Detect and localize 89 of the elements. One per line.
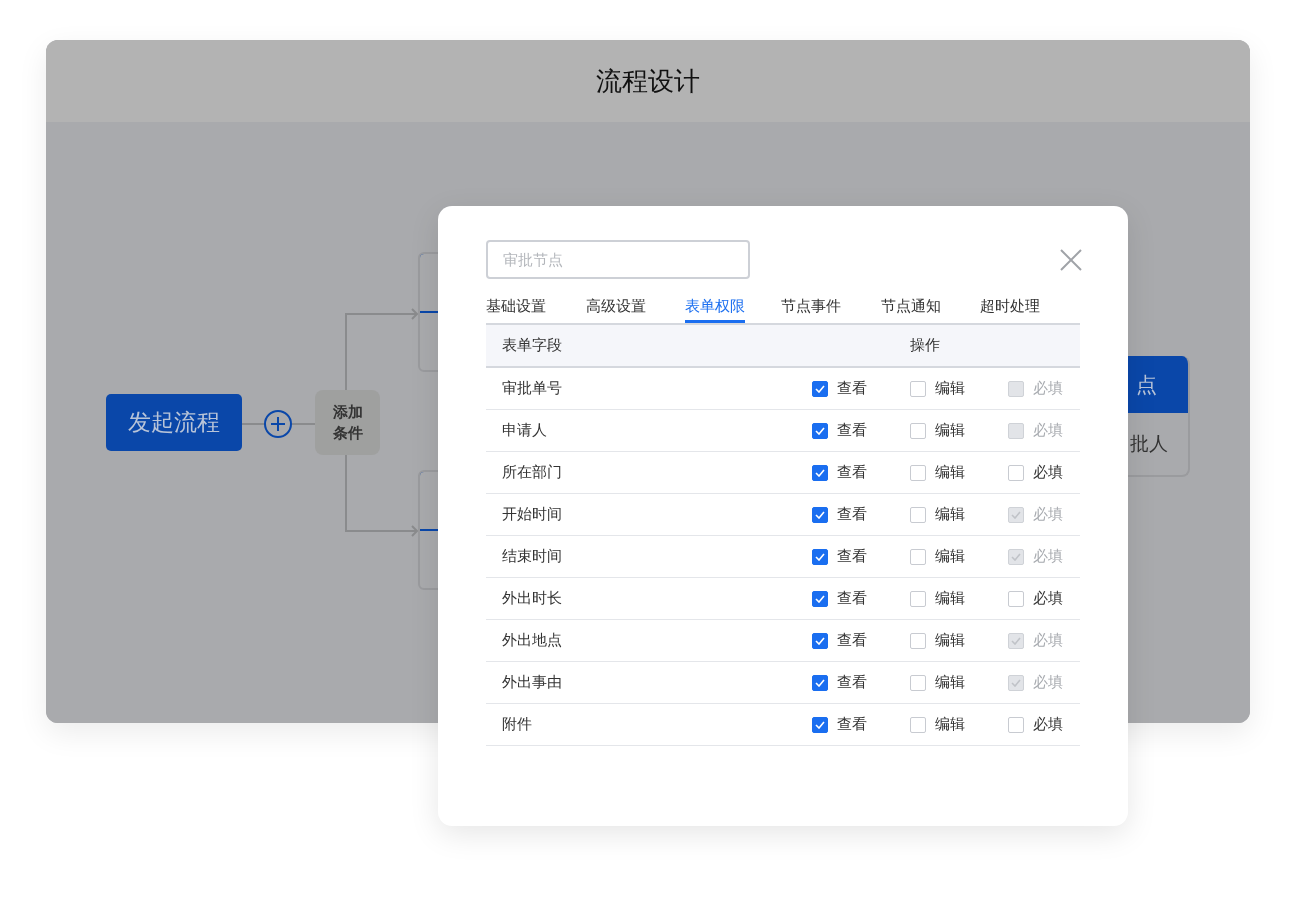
checkbox-label: 查看: [837, 421, 867, 440]
checkbox-label: 查看: [837, 505, 867, 524]
checkmark-icon: [815, 678, 825, 687]
field-name: 外出地点: [501, 631, 563, 650]
checkbox-label: 查看: [837, 673, 867, 692]
condition-label: 条件: [332, 422, 363, 444]
checkbox[interactable]: [812, 506, 828, 523]
checkbox-label: 编辑: [935, 547, 965, 566]
checkbox-label: 编辑: [935, 589, 965, 608]
checkbox[interactable]: [910, 506, 926, 523]
checkbox[interactable]: [1008, 716, 1024, 733]
add-icon[interactable]: [264, 410, 292, 438]
checkbox-label: 查看: [837, 589, 867, 608]
checkbox-label: 必填: [1033, 547, 1063, 566]
checkbox-label: 必填: [1033, 673, 1063, 692]
field-name: 结束时间: [501, 547, 563, 566]
checkbox[interactable]: [910, 380, 926, 397]
checkbox-label: 编辑: [935, 673, 965, 692]
checkmark-icon: [1011, 552, 1021, 561]
checkbox-label: 必填: [1033, 379, 1063, 398]
checkmark-icon: [815, 720, 825, 729]
checkbox-label: 必填: [1033, 631, 1063, 650]
checkbox-label: 编辑: [935, 715, 965, 734]
checkbox[interactable]: [910, 674, 926, 691]
checkmark-icon: [1011, 510, 1021, 519]
start-node[interactable]: 发起流程: [106, 394, 242, 451]
checkbox-label: 必填: [1033, 589, 1063, 608]
tab[interactable]: 节点通知: [880, 297, 981, 323]
checkbox[interactable]: [812, 380, 828, 397]
checkmark-icon: [815, 594, 825, 603]
checkbox-label: 编辑: [935, 379, 965, 398]
field-name: 审批单号: [501, 379, 563, 398]
node-name-field[interactable]: 审批节点: [486, 240, 750, 279]
connector-line: [290, 423, 316, 425]
checkmark-icon: [815, 636, 825, 645]
field-name: 申请人: [501, 421, 548, 440]
field-name: 开始时间: [501, 505, 563, 524]
checkbox[interactable]: [910, 716, 926, 733]
checkbox-label: 编辑: [935, 631, 965, 650]
checkbox[interactable]: [1008, 464, 1024, 481]
condition-node[interactable]: 添加 条件: [315, 390, 380, 455]
tab[interactable]: 高级设置: [585, 297, 686, 323]
checkbox-label: 查看: [837, 463, 867, 482]
checkbox-label: 编辑: [935, 421, 965, 440]
tab[interactable]: 基础设置: [486, 297, 586, 323]
checkbox-label: 编辑: [935, 463, 965, 482]
column-header: 操作: [910, 336, 941, 355]
checkbox-label: 查看: [837, 379, 867, 398]
checkbox[interactable]: [910, 632, 926, 649]
checkmark-icon: [815, 426, 825, 435]
checkbox-label: 查看: [837, 715, 867, 734]
checkbox[interactable]: [910, 464, 926, 481]
checkbox-label: 必填: [1033, 463, 1063, 482]
checkmark-icon: [1011, 678, 1021, 687]
tab[interactable]: 超时处理: [980, 297, 1080, 323]
checkbox-label: 必填: [1033, 421, 1063, 440]
checkbox[interactable]: [812, 674, 828, 691]
checkmark-icon: [815, 468, 825, 477]
condition-label: 添加: [332, 401, 363, 423]
checkmark-icon: [815, 552, 825, 561]
close-icon[interactable]: [1060, 248, 1082, 271]
checkbox[interactable]: [812, 590, 828, 607]
checkbox[interactable]: [1008, 590, 1024, 607]
checkbox-label: 查看: [837, 547, 867, 566]
column-header: 表单字段: [501, 336, 563, 355]
tab[interactable]: 节点事件: [781, 297, 881, 323]
checkbox[interactable]: [910, 548, 926, 565]
field-name: 外出事由: [501, 673, 563, 692]
checkbox[interactable]: [910, 422, 926, 439]
window-title: 流程设计: [596, 64, 700, 98]
field-name: 所在部门: [501, 463, 563, 482]
checkbox[interactable]: [812, 422, 828, 439]
checkbox-label: 编辑: [935, 505, 965, 524]
checkmark-icon: [815, 384, 825, 393]
field-name: 附件: [501, 715, 533, 734]
checkmark-icon: [1011, 636, 1021, 645]
checkbox[interactable]: [812, 548, 828, 565]
checkbox[interactable]: [812, 464, 828, 481]
checkbox[interactable]: [812, 632, 828, 649]
connector-line: [241, 423, 266, 425]
checkbox[interactable]: [812, 716, 828, 733]
checkbox-label: 必填: [1033, 505, 1063, 524]
checkbox-label: 查看: [837, 631, 867, 650]
node-text: 批人: [1130, 431, 1168, 456]
checkbox-label: 必填: [1033, 715, 1063, 734]
node-title: 点: [1136, 371, 1157, 399]
checkbox[interactable]: [910, 590, 926, 607]
field-name: 外出时长: [501, 589, 563, 608]
checkmark-icon: [815, 510, 825, 519]
